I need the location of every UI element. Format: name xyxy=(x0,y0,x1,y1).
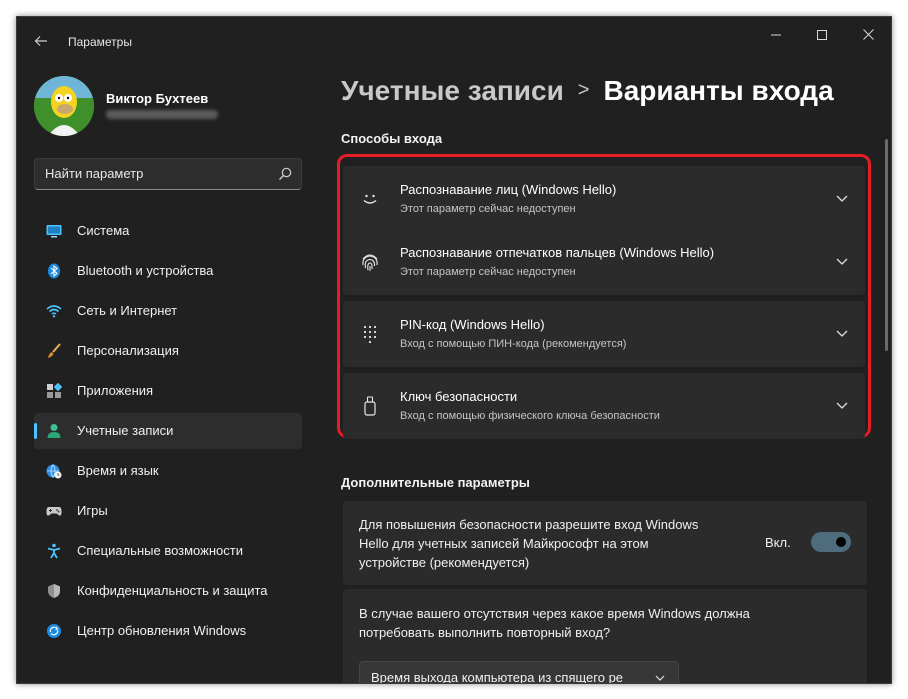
maximize-button[interactable] xyxy=(799,17,845,51)
sidebar-item-label: Игры xyxy=(77,503,108,518)
back-button[interactable] xyxy=(27,29,55,53)
toggle-state-label: Вкл. xyxy=(765,535,791,550)
option-title: Ключ безопасности xyxy=(400,389,518,404)
shield-icon xyxy=(48,584,60,598)
option-subtitle: Этот параметр сейчас недоступен xyxy=(400,203,576,215)
arrow-left-icon xyxy=(34,35,47,46)
require-signin-dropdown[interactable]: Время выхода компьютера из спящего ре xyxy=(359,661,679,684)
setting-description: В случае вашего отсутствия через какое в… xyxy=(359,606,750,640)
sidebar-item-label: Bluetooth и устройства xyxy=(77,263,214,278)
option-title: Распознавание лиц (Windows Hello) xyxy=(400,182,617,197)
option-pin[interactable]: PIN-код (Windows Hello) Вход с помощью П… xyxy=(343,301,865,367)
bluetooth-icon xyxy=(48,263,60,279)
chevron-down-icon xyxy=(655,675,665,681)
breadcrumb: Учетные записи > Варианты входа xyxy=(341,75,834,107)
sidebar-item-system[interactable]: Система xyxy=(34,213,302,249)
option-fingerprint[interactable]: Распознавание отпечатков пальцев (Window… xyxy=(343,229,865,295)
avatar xyxy=(34,76,94,136)
sidebar-item-label: Персонализация xyxy=(77,343,179,358)
wifi-icon xyxy=(46,305,62,318)
setting-hello-only-signin: Для повышения безопасности разрешите вхо… xyxy=(343,501,867,585)
chevron-down-icon[interactable] xyxy=(835,191,849,205)
sidebar-item-apps[interactable]: Приложения xyxy=(34,373,302,409)
close-button[interactable] xyxy=(845,17,891,51)
maximize-icon xyxy=(817,29,827,40)
app-title: Параметры xyxy=(68,35,132,49)
dropdown-value: Время выхода компьютера из спящего ре xyxy=(371,670,624,684)
sidebar-item-label: Учетные записи xyxy=(77,423,174,438)
page-title: Варианты входа xyxy=(603,75,834,106)
sidebar-item-label: Время и язык xyxy=(77,463,159,478)
user-email-redacted xyxy=(106,110,218,119)
sidebar-item-accessibility[interactable]: Специальные возможности xyxy=(34,533,302,569)
sidebar-item-label: Система xyxy=(77,223,130,238)
close-icon xyxy=(862,29,874,40)
sidebar-item-label: Конфиденциальность и защита xyxy=(77,583,268,598)
pin-keypad-icon xyxy=(363,325,377,344)
sidebar-item-gaming[interactable]: Игры xyxy=(34,493,302,529)
accessibility-icon xyxy=(47,543,61,559)
title-bar: Параметры xyxy=(17,17,891,65)
update-icon xyxy=(47,624,61,638)
monitor-icon xyxy=(46,225,62,238)
brush-icon xyxy=(48,343,61,358)
option-subtitle: Этот параметр сейчас недоступен xyxy=(400,266,576,278)
search-box[interactable]: Найти параметр xyxy=(34,158,302,190)
breadcrumb-parent[interactable]: Учетные записи xyxy=(341,75,564,106)
person-icon xyxy=(47,424,61,438)
minimize-icon xyxy=(771,34,781,36)
option-title: Распознавание отпечатков пальцев (Window… xyxy=(400,245,715,260)
setting-require-signin: В случае вашего отсутствия через какое в… xyxy=(343,589,867,684)
apps-icon xyxy=(47,383,62,398)
search-input[interactable]: Найти параметр xyxy=(45,166,143,181)
section-title-sign-in-methods: Способы входа xyxy=(341,131,443,146)
scrollbar[interactable] xyxy=(885,139,888,351)
chevron-down-icon[interactable] xyxy=(835,326,849,340)
chevron-down-icon[interactable] xyxy=(835,398,849,412)
usb-key-icon xyxy=(364,396,376,416)
option-security-key[interactable]: Ключ безопасности Вход с помощью физичес… xyxy=(343,373,865,439)
sidebar-item-personalization[interactable]: Персонализация xyxy=(34,333,302,369)
option-title: PIN-код (Windows Hello) xyxy=(400,317,545,332)
option-subtitle: Вход с помощью ПИН-кода (рекомендуется) xyxy=(400,338,627,350)
section-title-additional-settings: Дополнительные параметры xyxy=(341,475,530,490)
fingerprint-icon xyxy=(362,254,378,271)
sidebar-item-label: Приложения xyxy=(77,383,154,398)
hello-only-toggle[interactable] xyxy=(811,532,851,552)
sidebar-item-windows-update[interactable]: Центр обновления Windows xyxy=(34,613,302,649)
sidebar-item-network[interactable]: Сеть и Интернет xyxy=(34,293,302,329)
sidebar-item-bluetooth[interactable]: Bluetooth и устройства xyxy=(34,253,302,289)
setting-description: Для повышения безопасности разрешите вхо… xyxy=(359,517,699,570)
option-subtitle: Вход с помощью физического ключа безопас… xyxy=(400,410,660,422)
settings-window: Параметры Виктор Бухтеев Найти параметр … xyxy=(16,16,892,684)
sidebar-item-label: Специальные возможности xyxy=(77,543,243,558)
option-face-recognition[interactable]: Распознавание лиц (Windows Hello) Этот п… xyxy=(343,166,865,232)
sidebar-item-privacy[interactable]: Конфиденциальность и защита xyxy=(34,573,302,609)
avatar-image xyxy=(34,76,94,136)
minimize-button[interactable] xyxy=(753,17,799,51)
face-icon xyxy=(363,194,377,204)
globe-clock-icon xyxy=(46,464,62,479)
toggle-knob xyxy=(836,537,846,547)
sidebar-item-accounts[interactable]: Учетные записи xyxy=(34,413,302,449)
sidebar-item-label: Центр обновления Windows xyxy=(77,623,247,638)
user-name: Виктор Бухтеев xyxy=(106,91,209,106)
gamepad-icon xyxy=(46,507,62,516)
breadcrumb-separator: > xyxy=(577,79,590,101)
chevron-down-icon[interactable] xyxy=(835,254,849,268)
sidebar-item-label: Сеть и Интернет xyxy=(77,303,178,318)
sidebar-item-time-language[interactable]: Время и язык xyxy=(34,453,302,489)
sidebar-nav: Система Bluetooth и устройства Сеть и Ин… xyxy=(34,213,302,653)
search-icon[interactable] xyxy=(277,166,293,182)
